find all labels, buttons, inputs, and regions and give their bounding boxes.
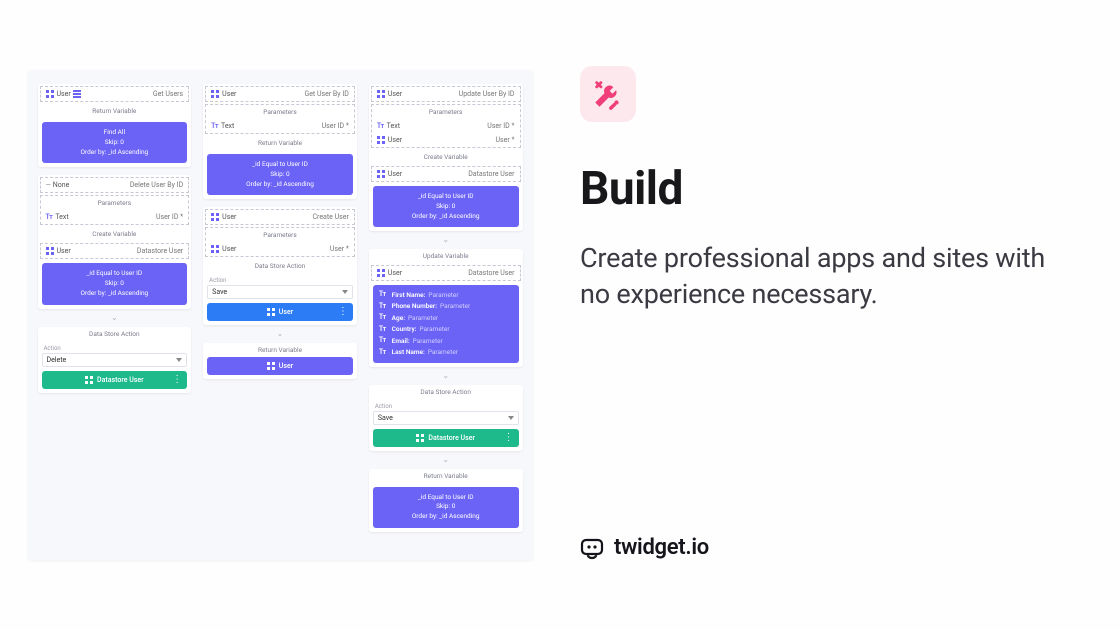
- card-datastore-action-save[interactable]: Data Store Action Action Save Datastore …: [369, 385, 523, 451]
- entity-label: None: [53, 181, 70, 189]
- chevron-down-icon: [508, 416, 514, 420]
- user-button[interactable]: User: [207, 357, 353, 375]
- grid-icon: [267, 308, 275, 316]
- chevron-down-icon: [342, 290, 348, 294]
- query-block[interactable]: _id Equal to User ID Skip: 0 Order by: _…: [42, 263, 188, 304]
- connector-icon: ⌄: [203, 330, 357, 338]
- grid-icon: [46, 247, 54, 255]
- card-title: Create User: [312, 213, 348, 221]
- card-title: Update User By ID: [459, 90, 515, 98]
- grid-icon: [211, 213, 219, 221]
- entity-label: User: [57, 90, 71, 98]
- connector-icon: ⌄: [369, 236, 523, 244]
- card-create-user[interactable]: User Create User Parameters User User * …: [203, 207, 357, 325]
- query-block[interactable]: _id Equal to User ID Skip: 0 Order by: _…: [373, 487, 519, 528]
- card-title: Delete User By ID: [130, 181, 183, 189]
- field-mapping[interactable]: TтFirst Name: Parameter TтPhone Number: …: [373, 285, 519, 362]
- page-title: Build: [580, 162, 1060, 216]
- grid-icon: [267, 362, 275, 370]
- grid-icon: [46, 90, 54, 98]
- query-block[interactable]: _id Equal to User ID Skip: 0 Order by: _…: [373, 186, 519, 227]
- field-label: Action: [42, 344, 188, 353]
- text-icon: Tт: [379, 347, 386, 359]
- text-icon: Tт: [379, 335, 386, 347]
- card-update-user[interactable]: User Update User By ID Parameters TтText…: [369, 84, 523, 231]
- card-get-user-by-id[interactable]: User Get User By ID Parameters TтText Us…: [203, 84, 357, 199]
- brand-name: twidget.io: [614, 535, 709, 560]
- datastore-user-button[interactable]: Datastore User ⋮: [373, 429, 519, 447]
- grid-icon: [377, 136, 385, 144]
- query-block[interactable]: Find All Skip: 0 Order by: _id Ascending: [42, 122, 188, 163]
- chevron-down-icon: [176, 358, 182, 362]
- more-icon[interactable]: ⋮: [504, 436, 513, 440]
- more-icon[interactable]: ⋮: [338, 310, 347, 314]
- grid-icon: [85, 376, 93, 384]
- section-label: Return Variable: [38, 104, 192, 118]
- card-datastore-action-delete[interactable]: Data Store Action Action Delete Datastor…: [38, 327, 192, 393]
- card-return-variable-2[interactable]: Return Variable _id Equal to User ID Ski…: [369, 469, 523, 532]
- action-select[interactable]: Save: [207, 285, 353, 299]
- action-select[interactable]: Save: [373, 411, 519, 425]
- connector-icon: ⌄: [369, 456, 523, 464]
- connector-icon: ⌄: [38, 314, 192, 322]
- brand-logo-icon: [580, 536, 604, 560]
- grid-icon: [377, 170, 385, 178]
- section-label: Create Variable: [38, 227, 192, 241]
- query-block[interactable]: _id Equal to User ID Skip: 0 Order by: _…: [207, 154, 353, 195]
- section-label: Parameters: [41, 196, 189, 210]
- card-delete-user[interactable]: — None Delete User By ID Parameters TтTe…: [38, 175, 192, 308]
- text-icon: Tт: [379, 289, 386, 301]
- brand: twidget.io: [580, 535, 1060, 560]
- text-icon: Tт: [379, 301, 386, 313]
- text-icon: Tт: [379, 324, 386, 336]
- text-icon: Tт: [211, 122, 218, 130]
- tools-icon: [580, 66, 636, 122]
- grid-icon: [416, 434, 424, 442]
- text-icon: Tт: [377, 122, 384, 130]
- user-button[interactable]: User ⋮: [207, 303, 353, 321]
- builder-canvas: User Get Users Return Variable Find All …: [28, 70, 533, 560]
- grid-icon: [377, 269, 385, 277]
- card-return-variable[interactable]: Return Variable User: [203, 343, 357, 379]
- section-label: Data Store Action: [38, 327, 192, 341]
- card-get-users[interactable]: User Get Users Return Variable Find All …: [38, 84, 192, 167]
- more-icon[interactable]: ⋮: [172, 378, 181, 382]
- action-select[interactable]: Delete: [42, 353, 188, 367]
- card-update-variable[interactable]: Update Variable User Datastore User TтFi…: [369, 249, 523, 366]
- page-subtitle: Create professional apps and sites with …: [580, 240, 1060, 313]
- card-title: Get User By ID: [304, 90, 348, 98]
- text-icon: Tт: [379, 312, 386, 324]
- grid-icon: [377, 90, 385, 98]
- grid-icon: [211, 245, 219, 253]
- card-title: Get Users: [153, 90, 183, 98]
- grid-icon: [211, 90, 219, 98]
- list-icon: [73, 90, 81, 98]
- connector-icon: ⌄: [369, 372, 523, 380]
- datastore-user-button[interactable]: Datastore User ⋮: [42, 371, 188, 389]
- text-icon: Tт: [46, 213, 53, 221]
